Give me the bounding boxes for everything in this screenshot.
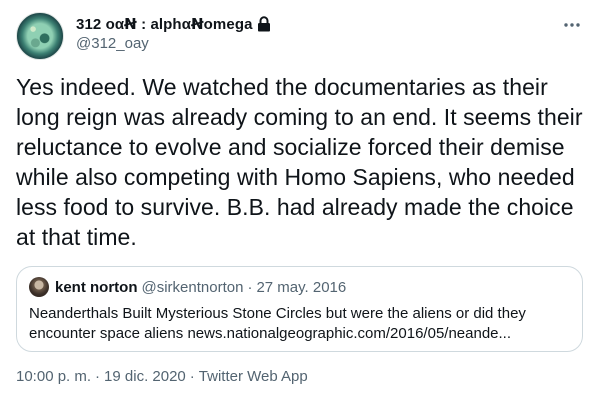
quoted-date: 27 may. 2016 (256, 278, 347, 296)
author-display-name[interactable]: 312 οαꞤ : alphαꞤomega (76, 15, 253, 33)
quoted-tweet-text: Neanderthals Built Mysterious Stone Circ… (29, 305, 526, 342)
author-name-row: 312 οαꞤ : alphαꞤomega (76, 15, 271, 33)
tweet-date[interactable]: 19 dic. 2020 (104, 368, 186, 385)
quoted-tweet-header: kent norton @sirkentnorton · 27 may. 201… (29, 277, 346, 297)
tweet-source-link[interactable]: Twitter Web App (199, 368, 308, 385)
meta-separator: · (95, 368, 101, 385)
author-avatar[interactable] (16, 12, 64, 60)
meta-separator-2: · (189, 368, 195, 385)
tweet-card: 312 οαꞤ : alphαꞤomega @312_oay Yes indee… (0, 0, 598, 401)
quoted-author-name: kent norton (55, 278, 138, 296)
tweet-time[interactable]: 10:00 p. m. (16, 368, 91, 385)
quoted-author-handle: @sirkentnorton (141, 278, 244, 296)
quoted-separator: · (247, 278, 253, 296)
more-options-button[interactable] (562, 14, 582, 34)
author-handle[interactable]: @312_oay (76, 35, 149, 52)
quoted-author-avatar (29, 277, 49, 297)
tweet-text: Yes indeed. We watched the documentaries… (16, 74, 583, 250)
lock-icon (257, 16, 271, 32)
quoted-tweet[interactable]: kent norton @sirkentnorton · 27 may. 201… (16, 266, 583, 352)
tweet-meta: 10:00 p. m. · 19 dic. 2020 · Twitter Web… (16, 368, 308, 385)
more-options-icon (563, 15, 581, 33)
